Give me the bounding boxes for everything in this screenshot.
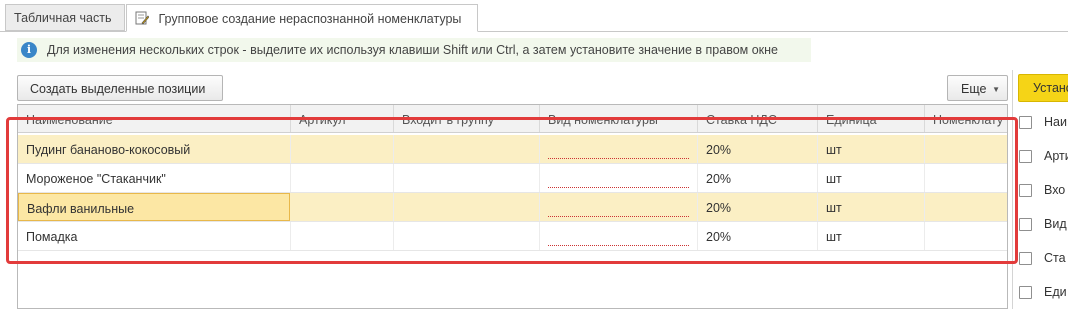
checkbox-label: Еди [1044,285,1067,299]
set-value-label: Устано [1033,81,1068,95]
checkbox-label: Ста [1044,251,1066,265]
tab-table-part[interactable]: Табличная часть [5,4,125,31]
checkbox[interactable] [1019,252,1032,265]
create-selected-button[interactable]: Создать выделенные позиции [17,75,223,101]
checkbox[interactable] [1019,218,1032,231]
checkbox[interactable] [1019,286,1032,299]
tab-label: Табличная часть [14,11,112,25]
highlight-frame [6,117,1018,264]
info-text: Для изменения нескольких строк - выделит… [47,43,778,57]
checkbox[interactable] [1019,116,1032,129]
checkbox-label: Арти [1044,149,1068,163]
set-value-button[interactable]: Устано [1018,74,1068,102]
checkbox[interactable] [1019,150,1032,163]
more-label: Еще [961,82,987,96]
tab-group-create[interactable]: Групповое создание нераспознанной номенк… [126,4,478,32]
checkbox-label: Вхо [1044,183,1066,197]
checkbox-label: Вид [1044,217,1067,231]
create-selected-label: Создать выделенные позиции [30,82,206,96]
tab-label: Групповое создание нераспознанной номенк… [158,12,462,26]
checkbox-label: Наи [1044,115,1067,129]
chevron-down-icon: ▼ [992,85,1000,94]
tab-bar: Табличная часть Групповое создание нерас… [0,0,1068,32]
edit-form-icon [135,11,150,25]
checkbox[interactable] [1019,184,1032,197]
info-banner: i Для изменения нескольких строк - выдел… [17,38,811,62]
more-button[interactable]: Еще ▼ [947,75,1008,101]
info-icon: i [21,42,37,58]
